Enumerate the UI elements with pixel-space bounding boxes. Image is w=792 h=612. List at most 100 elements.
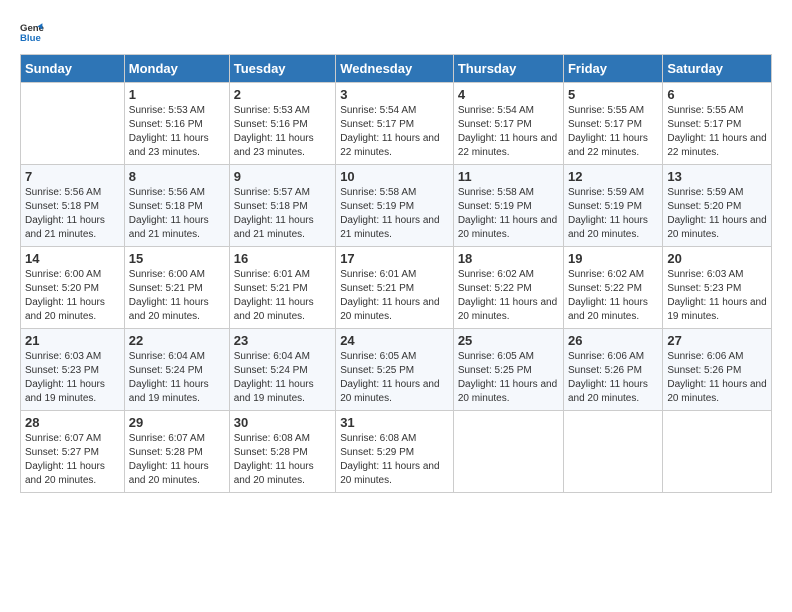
- calendar-cell: 18 Sunrise: 6:02 AMSunset: 5:22 PMDayligh…: [453, 247, 563, 329]
- day-number: 6: [667, 87, 767, 102]
- calendar-cell: 20Sunrise: 6:03 AMSunset: 5:23 PMDayligh…: [663, 247, 772, 329]
- logo: General Blue: [20, 20, 48, 44]
- day-number: 12: [568, 169, 658, 184]
- weekday-header-friday: Friday: [563, 55, 662, 83]
- day-number: 5: [568, 87, 658, 102]
- day-info: Sunrise: 6:01 AMSunset: 5:21 PMDaylight:…: [234, 268, 331, 324]
- day-info: Sunrise: 5:57 AMSunset: 5:18 PMDaylight:…: [234, 186, 331, 242]
- day-info: Sunrise: 6:06 AMSunset: 5:26 PMDaylight:…: [667, 350, 767, 406]
- day-number: 8: [129, 169, 225, 184]
- day-number: 25: [458, 333, 559, 348]
- calendar-cell: 3 Sunrise: 5:54 AMSunset: 5:17 PMDaylight…: [336, 83, 454, 165]
- calendar-cell: 24 Sunrise: 6:05 AMSunset: 5:25 PMDayligh…: [336, 329, 454, 411]
- calendar-cell: 27 Sunrise: 6:06 AMSunset: 5:26 PMDayligh…: [663, 329, 772, 411]
- calendar-week-1: 1 Sunrise: 5:53 AMSunset: 5:16 PMDaylight…: [21, 83, 772, 165]
- calendar-cell: 15 Sunrise: 6:00 AMSunset: 5:21 PMDayligh…: [124, 247, 229, 329]
- day-number: 19: [568, 251, 658, 266]
- day-info: Sunrise: 6:06 AMSunset: 5:26 PMDaylight:…: [568, 350, 658, 406]
- day-info: Sunrise: 5:55 AMSunset: 5:17 PMDaylight:…: [667, 104, 767, 160]
- day-number: 27: [667, 333, 767, 348]
- day-number: 30: [234, 415, 331, 430]
- calendar-cell: 28 Sunrise: 6:07 AMSunset: 5:27 PMDayligh…: [21, 411, 125, 493]
- day-info: Sunrise: 6:00 AMSunset: 5:20 PMDaylight:…: [25, 268, 120, 324]
- day-number: 29: [129, 415, 225, 430]
- day-number: 26: [568, 333, 658, 348]
- calendar-cell: 17 Sunrise: 6:01 AMSunset: 5:21 PMDayligh…: [336, 247, 454, 329]
- calendar-cell: 10 Sunrise: 5:58 AMSunset: 5:19 PMDayligh…: [336, 165, 454, 247]
- day-number: 9: [234, 169, 331, 184]
- day-number: 1: [129, 87, 225, 102]
- day-number: 24: [340, 333, 449, 348]
- day-number: 22: [129, 333, 225, 348]
- day-info: Sunrise: 6:03 AMSunset: 5:23 PMDaylight:…: [667, 268, 767, 324]
- calendar-week-5: 28 Sunrise: 6:07 AMSunset: 5:27 PMDayligh…: [21, 411, 772, 493]
- calendar-week-3: 14 Sunrise: 6:00 AMSunset: 5:20 PMDayligh…: [21, 247, 772, 329]
- day-info: Sunrise: 6:01 AMSunset: 5:21 PMDaylight:…: [340, 268, 449, 324]
- day-number: 31: [340, 415, 449, 430]
- day-info: Sunrise: 5:59 AMSunset: 5:19 PMDaylight:…: [568, 186, 658, 242]
- calendar-cell: 29 Sunrise: 6:07 AMSunset: 5:28 PMDayligh…: [124, 411, 229, 493]
- day-info: Sunrise: 6:08 AMSunset: 5:29 PMDaylight:…: [340, 432, 449, 488]
- weekday-header-sunday: Sunday: [21, 55, 125, 83]
- day-number: 17: [340, 251, 449, 266]
- calendar-week-4: 21 Sunrise: 6:03 AMSunset: 5:23 PMDayligh…: [21, 329, 772, 411]
- calendar-cell: 5 Sunrise: 5:55 AMSunset: 5:17 PMDaylight…: [563, 83, 662, 165]
- day-info: Sunrise: 6:07 AMSunset: 5:28 PMDaylight:…: [129, 432, 225, 488]
- day-info: Sunrise: 6:02 AMSunset: 5:22 PMDaylight:…: [568, 268, 658, 324]
- day-info: Sunrise: 6:05 AMSunset: 5:25 PMDaylight:…: [340, 350, 449, 406]
- day-number: 14: [25, 251, 120, 266]
- day-number: 16: [234, 251, 331, 266]
- day-info: Sunrise: 6:03 AMSunset: 5:23 PMDaylight:…: [25, 350, 120, 406]
- calendar-cell: 30 Sunrise: 6:08 AMSunset: 5:28 PMDayligh…: [229, 411, 335, 493]
- day-info: Sunrise: 5:53 AMSunset: 5:16 PMDaylight:…: [129, 104, 225, 160]
- day-info: Sunrise: 5:58 AMSunset: 5:19 PMDaylight:…: [458, 186, 559, 242]
- day-info: Sunrise: 6:04 AMSunset: 5:24 PMDaylight:…: [234, 350, 331, 406]
- day-number: 23: [234, 333, 331, 348]
- calendar-cell: 19 Sunrise: 6:02 AMSunset: 5:22 PMDayligh…: [563, 247, 662, 329]
- calendar-cell: 4Sunrise: 5:54 AMSunset: 5:17 PMDaylight…: [453, 83, 563, 165]
- day-info: Sunrise: 6:07 AMSunset: 5:27 PMDaylight:…: [25, 432, 120, 488]
- day-number: 28: [25, 415, 120, 430]
- day-info: Sunrise: 6:05 AMSunset: 5:25 PMDaylight:…: [458, 350, 559, 406]
- calendar-cell: 13Sunrise: 5:59 AMSunset: 5:20 PMDayligh…: [663, 165, 772, 247]
- calendar-cell: 8Sunrise: 5:56 AMSunset: 5:18 PMDaylight…: [124, 165, 229, 247]
- calendar-cell: 31 Sunrise: 6:08 AMSunset: 5:29 PMDayligh…: [336, 411, 454, 493]
- calendar-cell: 2 Sunrise: 5:53 AMSunset: 5:16 PMDaylight…: [229, 83, 335, 165]
- calendar-week-2: 7Sunrise: 5:56 AMSunset: 5:18 PMDaylight…: [21, 165, 772, 247]
- calendar-table: SundayMondayTuesdayWednesdayThursdayFrid…: [20, 54, 772, 493]
- svg-text:Blue: Blue: [20, 33, 41, 44]
- weekday-header-monday: Monday: [124, 55, 229, 83]
- calendar-cell: 11 Sunrise: 5:58 AMSunset: 5:19 PMDayligh…: [453, 165, 563, 247]
- day-info: Sunrise: 6:08 AMSunset: 5:28 PMDaylight:…: [234, 432, 331, 488]
- calendar-cell: [663, 411, 772, 493]
- calendar-cell: 16 Sunrise: 6:01 AMSunset: 5:21 PMDayligh…: [229, 247, 335, 329]
- day-info: Sunrise: 5:53 AMSunset: 5:16 PMDaylight:…: [234, 104, 331, 160]
- day-info: Sunrise: 6:00 AMSunset: 5:21 PMDaylight:…: [129, 268, 225, 324]
- day-number: 21: [25, 333, 120, 348]
- calendar-cell: [453, 411, 563, 493]
- calendar-cell: 1 Sunrise: 5:53 AMSunset: 5:16 PMDaylight…: [124, 83, 229, 165]
- weekday-header-wednesday: Wednesday: [336, 55, 454, 83]
- day-number: 18: [458, 251, 559, 266]
- day-info: Sunrise: 5:58 AMSunset: 5:19 PMDaylight:…: [340, 186, 449, 242]
- calendar-cell: 22Sunrise: 6:04 AMSunset: 5:24 PMDayligh…: [124, 329, 229, 411]
- day-info: Sunrise: 6:02 AMSunset: 5:22 PMDaylight:…: [458, 268, 559, 324]
- calendar-cell: 14 Sunrise: 6:00 AMSunset: 5:20 PMDayligh…: [21, 247, 125, 329]
- day-number: 2: [234, 87, 331, 102]
- calendar-cell: 6 Sunrise: 5:55 AMSunset: 5:17 PMDaylight…: [663, 83, 772, 165]
- calendar-cell: 23 Sunrise: 6:04 AMSunset: 5:24 PMDayligh…: [229, 329, 335, 411]
- day-number: 4: [458, 87, 559, 102]
- weekday-header-saturday: Saturday: [663, 55, 772, 83]
- day-number: 11: [458, 169, 559, 184]
- calendar-cell: 26 Sunrise: 6:06 AMSunset: 5:26 PMDayligh…: [563, 329, 662, 411]
- day-info: Sunrise: 5:55 AMSunset: 5:17 PMDaylight:…: [568, 104, 658, 160]
- calendar-cell: 9 Sunrise: 5:57 AMSunset: 5:18 PMDaylight…: [229, 165, 335, 247]
- calendar-cell: 21 Sunrise: 6:03 AMSunset: 5:23 PMDayligh…: [21, 329, 125, 411]
- weekday-header-thursday: Thursday: [453, 55, 563, 83]
- day-number: 10: [340, 169, 449, 184]
- day-number: 15: [129, 251, 225, 266]
- day-info: Sunrise: 5:56 AMSunset: 5:18 PMDaylight:…: [25, 186, 120, 242]
- calendar-cell: 25 Sunrise: 6:05 AMSunset: 5:25 PMDayligh…: [453, 329, 563, 411]
- day-number: 3: [340, 87, 449, 102]
- day-info: Sunrise: 5:54 AMSunset: 5:17 PMDaylight:…: [340, 104, 449, 160]
